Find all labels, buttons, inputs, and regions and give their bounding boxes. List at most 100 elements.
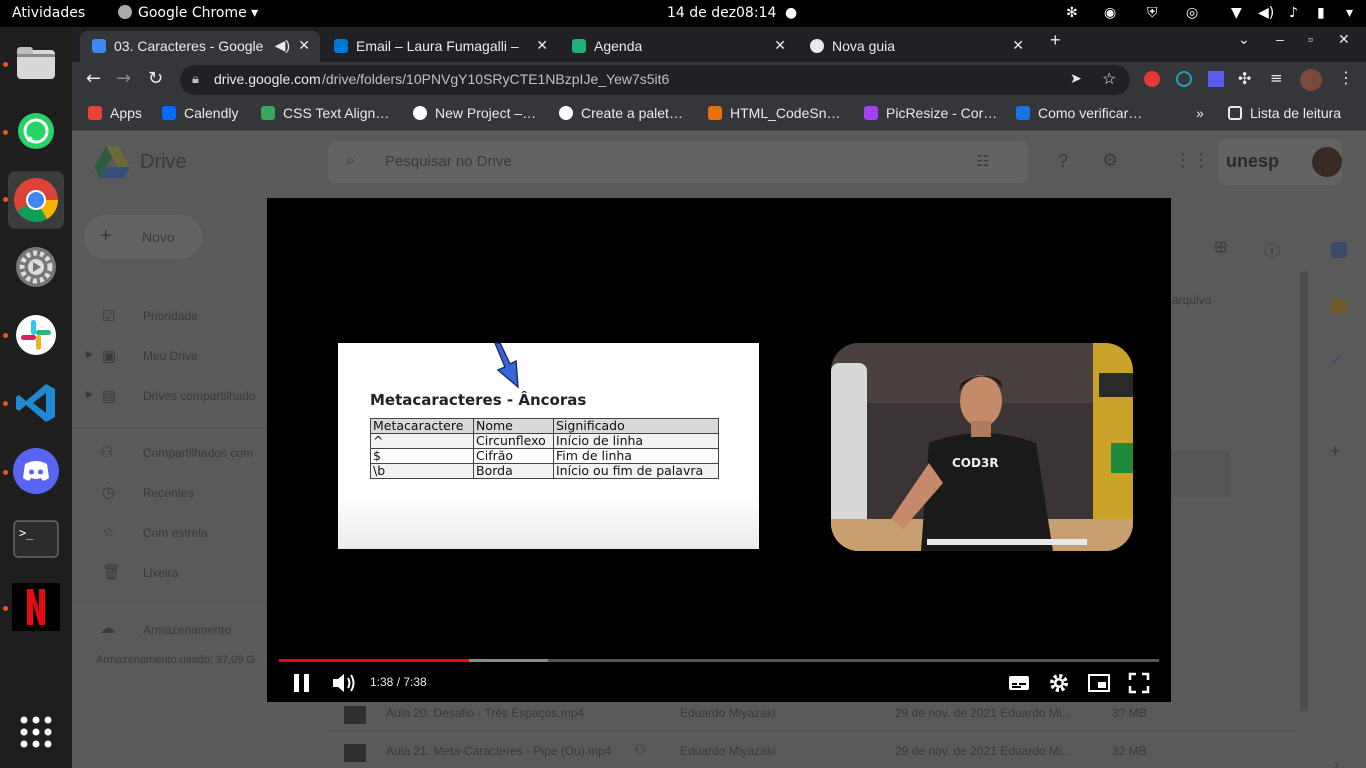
settings-gear-icon[interactable]: ⚙ xyxy=(1102,150,1118,171)
nav-trash[interactable]: Lixeira xyxy=(143,566,178,580)
expand-icon[interactable]: ▶ xyxy=(86,349,93,360)
bookmark-como-verificar[interactable]: Como verificar… xyxy=(1016,105,1142,121)
nav-shared-drives[interactable]: Drives compartilhado xyxy=(143,389,256,403)
slack-tray-icon[interactable]: ✻ xyxy=(1066,5,1078,21)
bookmark-star-icon[interactable]: ☆ xyxy=(1102,69,1116,89)
terminal-app-icon[interactable]: >_ xyxy=(11,514,61,564)
extension-picker-icon[interactable] xyxy=(1208,71,1224,87)
discord-tray-icon[interactable]: ◉ xyxy=(1104,5,1116,21)
close-tab-icon[interactable]: ✕ xyxy=(536,37,548,54)
activities-button[interactable]: Atividades xyxy=(12,5,85,21)
calendar-side-icon[interactable] xyxy=(1331,242,1347,258)
discord-app-icon[interactable] xyxy=(11,446,61,496)
nav-recent[interactable]: Recentes xyxy=(143,486,194,500)
forward-icon[interactable]: → xyxy=(116,68,131,89)
reload-icon[interactable]: ↻ xyxy=(148,68,163,89)
volume-icon[interactable]: ◀) xyxy=(1258,5,1274,21)
bookmark-create-palette[interactable]: Create a palet… xyxy=(559,105,683,121)
vscode-app-icon[interactable] xyxy=(11,378,61,428)
files-app-icon[interactable] xyxy=(11,38,61,88)
shared-drives-icon: ▤ xyxy=(102,388,117,405)
maximize-icon[interactable]: ▫ xyxy=(1308,31,1324,62)
bookmark-html-codesnippets[interactable]: HTML_CodeSn… xyxy=(708,105,841,121)
new-button[interactable]: + Novo xyxy=(84,215,202,259)
audio-playing-icon[interactable]: ◀) xyxy=(275,37,290,54)
more-bookmarks-icon[interactable]: » xyxy=(1196,105,1204,121)
settings-app-icon[interactable] xyxy=(11,242,61,292)
metacharacter-table: Metacaractere Nome Significado ^ Circunf… xyxy=(370,418,719,479)
clock-time[interactable]: 08:14 xyxy=(736,5,776,21)
app-menu[interactable]: Google Chrome ▾ xyxy=(118,5,258,21)
close-tab-icon[interactable]: ✕ xyxy=(1012,37,1024,54)
info-icon[interactable]: ⓘ xyxy=(1264,237,1280,261)
search-filter-icon[interactable]: ☷ xyxy=(976,152,989,170)
expand-icon[interactable]: ▶ xyxy=(86,389,93,400)
search-icon: ⌕ xyxy=(346,152,355,169)
close-tab-icon[interactable]: ✕ xyxy=(298,37,310,54)
bookmark-new-project[interactable]: New Project –… xyxy=(413,105,536,121)
close-tab-icon[interactable]: ✕ xyxy=(774,37,786,54)
tab-search-icon[interactable]: ⌄ xyxy=(1238,31,1254,62)
video-player[interactable]: Metacaracteres - Âncoras Metacaractere N… xyxy=(267,198,1171,702)
subtitles-icon[interactable] xyxy=(1007,671,1031,695)
tab-email[interactable]: Email – Laura Fumagalli – ✕ xyxy=(322,31,558,62)
profile-avatar[interactable] xyxy=(1300,69,1322,91)
address-bar[interactable]: 🔒︎ drive.google.com /drive/folders/10PNV… xyxy=(180,65,1130,95)
bookmark-css-text-align[interactable]: CSS Text Align… xyxy=(261,105,389,121)
battery-icon[interactable]: ▮ xyxy=(1317,5,1325,21)
miniplayer-icon[interactable] xyxy=(1087,671,1111,695)
microphone-icon[interactable]: ♪ xyxy=(1289,5,1298,21)
drive-search-input[interactable]: Pesquisar no Drive xyxy=(385,153,512,170)
add-addon-icon[interactable]: + xyxy=(1330,441,1341,462)
fullscreen-icon[interactable] xyxy=(1127,671,1151,695)
nav-shared-with-me[interactable]: Compartilhados com xyxy=(143,446,253,460)
minimize-icon[interactable]: – xyxy=(1276,31,1292,62)
nav-starred[interactable]: Com estrela xyxy=(143,526,208,540)
nav-my-drive[interactable]: Meu Drive xyxy=(143,349,198,363)
whatsapp-app-icon[interactable] xyxy=(11,106,61,156)
chrome-menu-icon[interactable]: ⋮ xyxy=(1338,68,1354,87)
volume-icon[interactable] xyxy=(331,671,357,695)
pause-icon[interactable] xyxy=(291,671,313,695)
send-icon[interactable]: ➤ xyxy=(1070,70,1082,87)
drive-search-box[interactable]: ⌕ Pesquisar no Drive ☷ xyxy=(328,141,1028,183)
table-row[interactable]: Aula 20. Desafio - Três Espaços.mp4 Edua… xyxy=(328,702,1296,728)
chrome-app-icon[interactable] xyxy=(8,171,64,229)
close-window-icon[interactable]: ✕ xyxy=(1338,31,1354,62)
drive-title: Drive xyxy=(140,151,187,173)
wifi-icon[interactable]: ▼ xyxy=(1231,5,1242,21)
slack-app-icon[interactable] xyxy=(11,310,61,360)
google-apps-icon[interactable]: ⋮⋮ xyxy=(1174,150,1210,171)
power-menu-icon[interactable]: ▾ xyxy=(1346,5,1353,21)
scrollbar[interactable] xyxy=(1300,271,1308,711)
shield-tray-icon[interactable]: ⛨ xyxy=(1147,5,1158,21)
tab-drive-video[interactable]: 03. Caracteres - Google ◀) ✕ xyxy=(80,31,320,62)
clock-date[interactable]: 14 de dez xyxy=(667,5,736,21)
new-tab-button[interactable]: + xyxy=(1050,30,1070,61)
bookmark-picresize[interactable]: PicResize - Cor… xyxy=(864,105,997,121)
tasks-side-icon[interactable]: ✓ xyxy=(1330,350,1343,370)
help-icon[interactable]: ? xyxy=(1058,151,1068,172)
extensions-puzzle-icon[interactable]: ✣ xyxy=(1238,69,1251,88)
account-card[interactable]: unesp xyxy=(1218,139,1342,185)
reading-list-button[interactable]: Lista de leitura xyxy=(1228,105,1341,121)
show-applications-icon[interactable] xyxy=(11,707,61,757)
collapse-panel-icon[interactable]: › xyxy=(1334,756,1339,768)
table-row[interactable]: Aula 21. Meta-Caracteres - Pipe (Ou).mp4… xyxy=(328,738,1296,768)
settings-icon[interactable] xyxy=(1047,671,1071,695)
netflix-app-icon[interactable] xyxy=(11,582,61,632)
tab-agenda[interactable]: Agenda ✕ xyxy=(560,31,796,62)
keep-side-icon[interactable] xyxy=(1331,298,1347,314)
nav-storage[interactable]: Armazenamento xyxy=(143,623,231,637)
bookmark-calendly[interactable]: Calendly xyxy=(162,105,238,121)
bookmark-apps[interactable]: Apps xyxy=(88,105,142,121)
seek-bar[interactable] xyxy=(279,659,1159,662)
back-icon[interactable]: ← xyxy=(86,68,101,89)
extension-teal-icon[interactable] xyxy=(1176,71,1192,87)
extension-red-icon[interactable] xyxy=(1144,71,1160,87)
nav-priority[interactable]: Prioridade xyxy=(143,309,198,323)
media-control-icon[interactable]: ≡ xyxy=(1270,69,1283,87)
tab-new-tab[interactable]: Nova guia ✕ xyxy=(798,31,1034,62)
grid-view-icon[interactable]: ⊞ xyxy=(1214,237,1227,257)
whatsapp-tray-icon[interactable]: ◎ xyxy=(1186,5,1198,21)
